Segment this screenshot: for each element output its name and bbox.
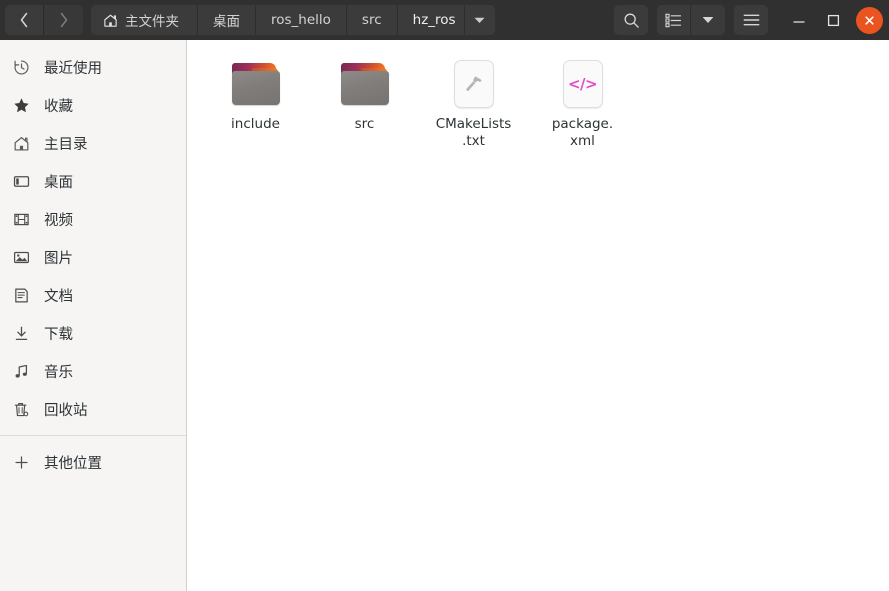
chevron-right-icon (60, 12, 67, 28)
sidebar: 最近使用 收藏 主目录 桌面 视频 图片 文档 下载 音乐 回收站 其他位置 (0, 40, 187, 591)
sidebar-item-label: 音乐 (44, 364, 73, 381)
music-icon (12, 362, 30, 380)
chevron-left-icon (20, 12, 28, 28)
sidebar-item-recent[interactable]: 最近使用 (0, 48, 186, 86)
desktop-icon (12, 172, 30, 190)
hamburger-menu-icon (743, 14, 759, 26)
sidebar-item-starred[interactable]: 收藏 (0, 86, 186, 124)
breadcrumb-item-desktop[interactable]: 桌面 (198, 5, 256, 35)
header-toolbar (605, 5, 883, 35)
main-menu-button[interactable] (734, 5, 768, 35)
breadcrumb-label: 桌面 (213, 14, 240, 30)
chevron-down-icon (474, 17, 485, 23)
sidebar-item-label: 回收站 (44, 402, 88, 419)
breadcrumb-item-src[interactable]: src (346, 5, 398, 35)
sidebar-item-documents[interactable]: 文档 (0, 276, 186, 314)
file-grid[interactable]: include src CMakeLists .txt </> package.… (187, 40, 889, 591)
file-manager-window: 主文件夹 桌面 ros_hello src hz_ros 最近使用 收藏 主目录… (0, 0, 889, 591)
home-icon (12, 134, 30, 152)
file-item-label: src (354, 116, 375, 132)
folder-icon (336, 58, 394, 110)
breadcrumb-item-home[interactable]: 主文件夹 (91, 5, 198, 35)
search-icon (624, 13, 639, 28)
sidebar-item-label: 其他位置 (44, 455, 102, 472)
breadcrumb: 主文件夹 桌面 ros_hello src hz_ros (91, 5, 495, 35)
file-item-label: include (231, 116, 280, 132)
home-icon (103, 13, 118, 28)
file-item-label: package. xml (551, 116, 614, 149)
code-icon: </> (554, 58, 612, 110)
navigation-buttons (5, 5, 83, 35)
header-bar: 主文件夹 桌面 ros_hello src hz_ros (0, 0, 889, 40)
sidebar-item-label: 图片 (44, 250, 73, 267)
sidebar-item-trash[interactable]: 回收站 (0, 390, 186, 428)
sidebar-item-pictures[interactable]: 图片 (0, 238, 186, 276)
minimize-icon (793, 21, 805, 23)
file-item-label: CMakeLists .txt (435, 116, 512, 149)
file-item-package-xml[interactable]: </> package. xml (528, 54, 637, 150)
file-item-cmakelists[interactable]: CMakeLists .txt (419, 54, 528, 150)
video-icon (12, 210, 30, 228)
star-icon (12, 96, 30, 114)
breadcrumb-label: ros_hello (271, 12, 331, 28)
picture-icon (12, 248, 30, 266)
sidebar-item-label: 主目录 (44, 136, 88, 153)
list-view-button[interactable] (657, 5, 691, 35)
clock-icon (12, 58, 30, 76)
view-options-dropdown[interactable] (691, 5, 725, 35)
sidebar-item-music[interactable]: 音乐 (0, 352, 186, 390)
folder-icon (227, 58, 285, 110)
sidebar-item-videos[interactable]: 视频 (0, 200, 186, 238)
chevron-down-icon (702, 17, 714, 23)
hammer-icon (445, 58, 503, 110)
maximize-button[interactable] (816, 5, 850, 35)
sidebar-item-label: 下载 (44, 326, 73, 343)
download-icon (12, 324, 30, 342)
sidebar-item-home[interactable]: 主目录 (0, 124, 186, 162)
sidebar-item-desktop[interactable]: 桌面 (0, 162, 186, 200)
search-button[interactable] (614, 5, 648, 35)
plus-icon (12, 453, 30, 471)
window-body: 最近使用 收藏 主目录 桌面 视频 图片 文档 下载 音乐 回收站 其他位置 i… (0, 40, 889, 591)
breadcrumb-item-ros_hello[interactable]: ros_hello (256, 5, 347, 35)
document-icon (12, 286, 30, 304)
breadcrumb-label: 主文件夹 (125, 14, 179, 30)
breadcrumb-label: hz_ros (412, 12, 456, 28)
sidebar-item-label: 最近使用 (44, 60, 102, 77)
close-icon (865, 15, 874, 25)
breadcrumb-dropdown-button[interactable] (464, 5, 495, 35)
sidebar-item-label: 文档 (44, 288, 73, 305)
sidebar-item-label: 桌面 (44, 174, 73, 191)
sidebar-separator (0, 435, 186, 436)
close-button[interactable] (856, 6, 883, 34)
breadcrumb-label: src (361, 12, 382, 28)
list-view-icon (665, 13, 682, 27)
minimize-button[interactable] (782, 5, 816, 35)
sidebar-item-label: 收藏 (44, 98, 73, 115)
back-button[interactable] (5, 5, 44, 35)
trash-icon (12, 400, 30, 418)
sidebar-item-downloads[interactable]: 下载 (0, 314, 186, 352)
view-mode-group (657, 5, 725, 35)
file-item-src[interactable]: src (310, 54, 419, 150)
forward-button[interactable] (44, 5, 83, 35)
sidebar-item-label: 视频 (44, 212, 73, 229)
breadcrumb-item-hz_ros[interactable]: hz_ros (397, 5, 465, 35)
sidebar-item-other-locations[interactable]: 其他位置 (0, 443, 186, 481)
maximize-icon (827, 14, 839, 26)
file-item-include[interactable]: include (201, 54, 310, 150)
window-controls (782, 5, 883, 35)
